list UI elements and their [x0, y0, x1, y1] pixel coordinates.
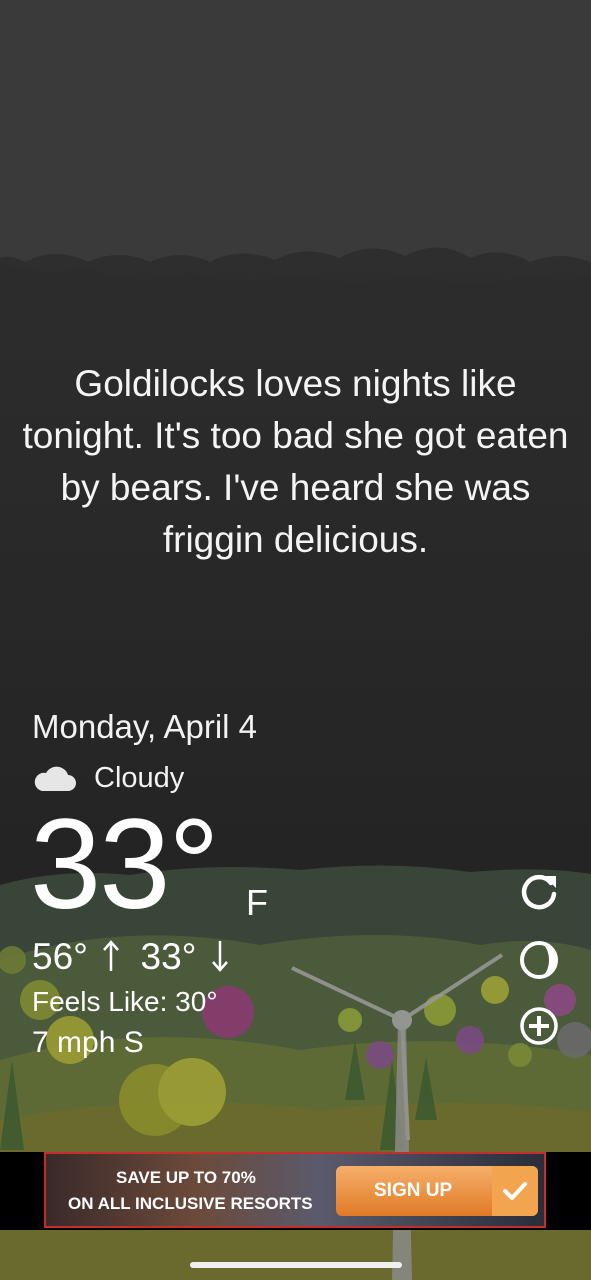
condition-row: Cloudy: [32, 758, 184, 798]
refresh-icon: [521, 874, 557, 910]
moon-phase-icon: [520, 941, 558, 979]
date-label: Monday, April 4: [32, 708, 258, 745]
temperature-unit: F: [246, 882, 268, 923]
cloud-layer: [0, 0, 591, 262]
feels-like: Feels Like: 30°: [32, 986, 218, 1017]
wind-speed: 7 mph S: [32, 1026, 144, 1059]
high-temp: 56°: [32, 936, 88, 977]
weather-quote: Goldilocks loves nights like tonight. It…: [22, 363, 569, 560]
condition-label: Cloudy: [94, 761, 185, 794]
high-low-row: 56° 33°: [32, 936, 229, 978]
checkmark-icon: [492, 1166, 538, 1216]
arrow-up-icon: [103, 940, 120, 971]
low-temp: 33°: [140, 936, 197, 977]
cloud-icon: [34, 766, 76, 791]
arrow-down-icon: [211, 941, 228, 972]
add-location-icon: [520, 1007, 558, 1045]
background-scene: [0, 0, 591, 1280]
home-indicator[interactable]: [190, 1262, 402, 1268]
ad-subheadline: ON ALL INCLUSIVE RESORTS: [68, 1194, 313, 1213]
ad-signup-button[interactable]: SIGN UP: [336, 1166, 538, 1216]
refresh-button[interactable]: [516, 868, 562, 914]
current-temperature: 33°: [30, 793, 220, 936]
ad-banner[interactable]: SAVE UP TO 70% ON ALL INCLUSIVE RESORTS …: [44, 1152, 546, 1228]
ad-headline: SAVE UP TO 70%: [116, 1168, 256, 1187]
theme-button[interactable]: [516, 937, 562, 983]
ad-signup-label: SIGN UP: [374, 1180, 453, 1201]
add-location-button[interactable]: [516, 1003, 562, 1049]
